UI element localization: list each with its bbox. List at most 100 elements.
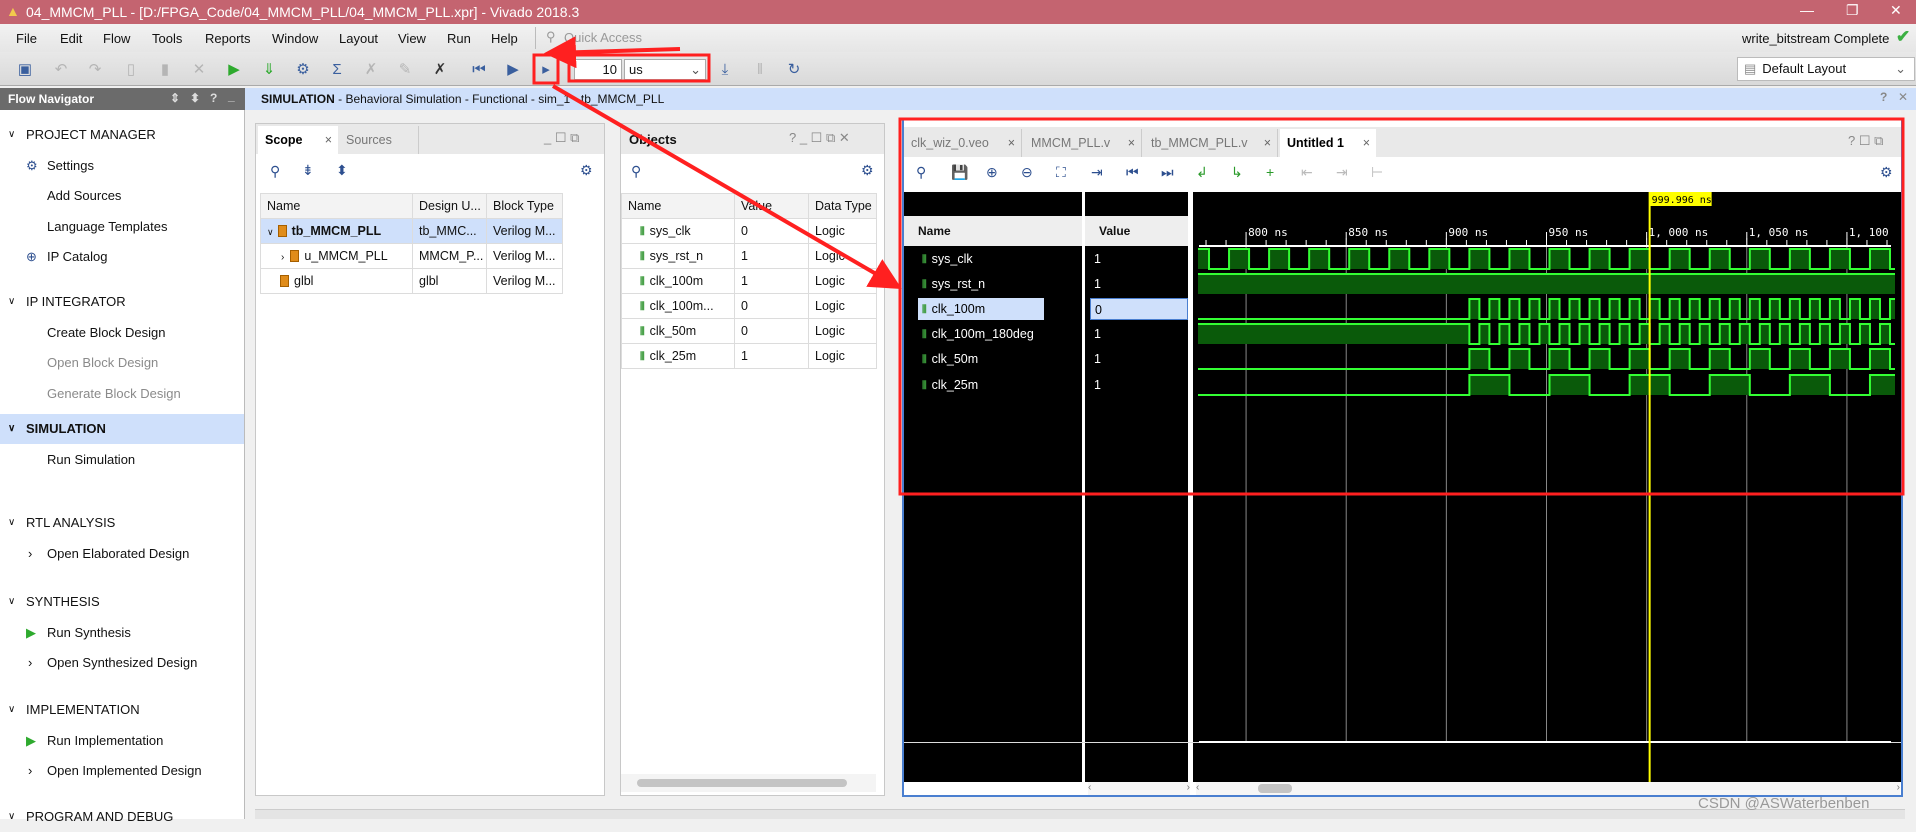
section-implementation[interactable]: ∨ IMPLEMENTATION — [0, 695, 244, 725]
value-column-header[interactable]: Value — [1085, 216, 1188, 246]
nav-item-open-implemented-design[interactable]: › Open Implemented Design — [0, 756, 244, 786]
col-block-type[interactable]: Block Type — [486, 193, 563, 219]
nav-item-run-synthesis[interactable]: ▶ Run Synthesis — [0, 618, 244, 648]
minimize-icon[interactable]: _ — [228, 89, 235, 103]
signal-value[interactable]: 1 — [1090, 323, 1188, 345]
signal-value[interactable]: 0 — [1090, 298, 1188, 320]
menu-file[interactable]: File — [16, 31, 37, 46]
gear-icon[interactable]: ⚙ — [1880, 164, 1893, 181]
debug-icon[interactable]: ✗ — [360, 59, 382, 81]
pencil-icon[interactable]: ✎ — [394, 59, 416, 81]
bitstream-icon[interactable]: ⇓ — [258, 59, 280, 81]
section-rtl-analysis[interactable]: ∨ RTL ANALYSIS — [0, 508, 244, 538]
nav-item-open-block-design[interactable]: Open Block Design — [0, 348, 244, 378]
help-icon[interactable]: ? — [210, 91, 217, 105]
next-marker-icon[interactable]: ⇥ — [1336, 164, 1348, 181]
close-icon[interactable]: ✕ — [1898, 90, 1908, 104]
section-synthesis[interactable]: ∨ SYNTHESIS — [0, 587, 244, 617]
quick-access-input[interactable]: Quick Access — [564, 30, 642, 45]
relaunch-icon[interactable]: ↻ — [783, 59, 805, 81]
zoom-in-icon[interactable]: ⊕ — [986, 164, 998, 181]
chevron-down-icon[interactable]: ∨ — [267, 227, 274, 237]
col-design-unit[interactable]: Design U... — [412, 193, 487, 219]
table-row[interactable]: ⫴ clk_50m 0 Logic — [621, 318, 877, 344]
undo-icon[interactable]: ↶ — [50, 59, 72, 81]
waveform-horizontal-scrollbar[interactable]: ‹ › — [1196, 782, 1900, 795]
nav-item-create-block-design[interactable]: Create Block Design — [0, 318, 244, 348]
layout-select[interactable]: ▤ Default Layout ⌄ — [1737, 57, 1915, 81]
chevron-down-icon[interactable]: ∨ — [8, 802, 15, 832]
scrollbar-thumb[interactable] — [637, 779, 847, 787]
run-time-input[interactable]: 10 — [574, 59, 622, 80]
close-icon[interactable]: ✕ — [1890, 2, 1902, 19]
gear-icon[interactable]: ⚙ — [861, 162, 874, 179]
scrollbar-thumb[interactable] — [1258, 784, 1292, 793]
close-icon[interactable]: × — [1008, 129, 1015, 157]
previous-transition-icon[interactable]: ↲ — [1196, 164, 1208, 181]
nav-item-add-sources[interactable]: Add Sources — [0, 181, 244, 211]
nav-item-language-templates[interactable]: Language Templates — [0, 212, 244, 242]
table-row[interactable]: ⫴ sys_clk 0 Logic — [621, 218, 877, 244]
redo-icon[interactable]: ↷ — [84, 59, 106, 81]
signal-name-row[interactable]: ⫴ clk_100m_180deg — [918, 323, 1044, 345]
search-icon[interactable]: ⚲ — [916, 164, 926, 181]
sigma-icon[interactable]: Σ — [326, 59, 348, 81]
table-row[interactable]: ⫴ sys_rst_n 1 Logic — [621, 243, 877, 269]
delete-icon[interactable]: ✕ — [188, 59, 210, 81]
expand-all-icon[interactable]: ⬍ — [336, 162, 348, 179]
nav-item-open-elaborated-design[interactable]: › Open Elaborated Design — [0, 539, 244, 569]
collapse-all-icon[interactable]: ⇟ — [302, 162, 314, 179]
chevron-down-icon[interactable]: ∨ — [8, 695, 15, 725]
signal-value[interactable]: 1 — [1090, 374, 1188, 396]
tab-mmcm-pll-v[interactable]: MMCM_PLL.v × — [1024, 129, 1142, 157]
menu-layout[interactable]: Layout — [339, 31, 378, 46]
swap-cursors-icon[interactable]: ⊢ — [1371, 164, 1383, 181]
close-icon[interactable]: × — [325, 126, 332, 154]
nav-item-generate-block-design[interactable]: Generate Block Design — [0, 379, 244, 409]
tab-tb-mmcm-pll-v[interactable]: tb_MMCM_PLL.v × — [1144, 129, 1278, 157]
chevron-right-icon[interactable]: › — [28, 756, 32, 786]
table-row[interactable]: ⫴ clk_100m... 0 Logic — [621, 293, 877, 319]
close-icon[interactable]: × — [1264, 129, 1271, 157]
gear-icon[interactable]: ⚙ — [580, 162, 593, 179]
tab-untitled-1[interactable]: Untitled 1 × — [1280, 129, 1376, 157]
menu-tools[interactable]: Tools — [152, 31, 182, 46]
waveform-clk-100m-180deg[interactable] — [1198, 323, 1895, 345]
tab-clk-wiz-veo[interactable]: clk_wiz_0.veo × — [904, 129, 1022, 157]
nav-item-run-implementation[interactable]: ▶ Run Implementation — [0, 726, 244, 756]
signal-name-row[interactable]: ⫴ sys_clk — [918, 248, 1044, 270]
section-ip-integrator[interactable]: ∨ IP INTEGRATOR — [0, 287, 244, 317]
run-icon[interactable]: ▶ — [223, 59, 245, 81]
table-row[interactable]: ∨ tb_MMCM_PLL tb_MMC... Verilog M... — [260, 218, 563, 244]
zoom-out-icon[interactable]: ⊖ — [1021, 164, 1033, 181]
collapse-all-icon[interactable]: ⇕ — [170, 91, 180, 105]
section-project-manager[interactable]: ∨ PROJECT MANAGER — [0, 120, 244, 150]
restart-icon[interactable]: ⏮ — [468, 59, 490, 81]
menu-window[interactable]: Window — [272, 31, 318, 46]
col-name[interactable]: Name — [621, 193, 735, 219]
table-row[interactable]: ⫴ clk_25m 1 Logic — [621, 343, 877, 369]
col-name[interactable]: Name — [260, 193, 413, 219]
chevron-down-icon[interactable]: ∨ — [8, 414, 15, 444]
search-icon[interactable]: ⚲ — [631, 163, 641, 180]
save-icon[interactable]: 💾 — [951, 164, 968, 181]
waveform-sys-rst-n[interactable] — [1198, 273, 1895, 294]
value-scrollbar[interactable]: ‹ › — [1088, 782, 1190, 795]
signal-value[interactable]: 1 — [1090, 248, 1188, 270]
copy-icon[interactable]: ▯ — [120, 59, 142, 81]
chevron-down-icon[interactable]: ∨ — [8, 120, 15, 150]
tab-scope[interactable]: Scope × — [258, 126, 338, 154]
menu-reports[interactable]: Reports — [205, 31, 251, 46]
nav-item-run-simulation[interactable]: Run Simulation — [0, 445, 244, 475]
add-marker-icon[interactable]: + — [1266, 164, 1274, 180]
restore-icon[interactable]: ❐ — [1846, 2, 1859, 19]
previous-marker-icon[interactable]: ⇤ — [1301, 164, 1313, 181]
run-all-icon[interactable]: ▶ — [502, 59, 524, 81]
menu-edit[interactable]: Edit — [60, 31, 82, 46]
close-icon[interactable]: × — [1128, 129, 1135, 157]
chevron-down-icon[interactable]: ∨ — [8, 587, 15, 617]
minimize-icon[interactable]: — — [1800, 2, 1814, 18]
name-column-header[interactable]: Name — [904, 216, 1082, 246]
run-time-unit-select[interactable]: us ⌄ — [624, 59, 706, 80]
paste-icon[interactable]: ▮ — [154, 59, 176, 81]
